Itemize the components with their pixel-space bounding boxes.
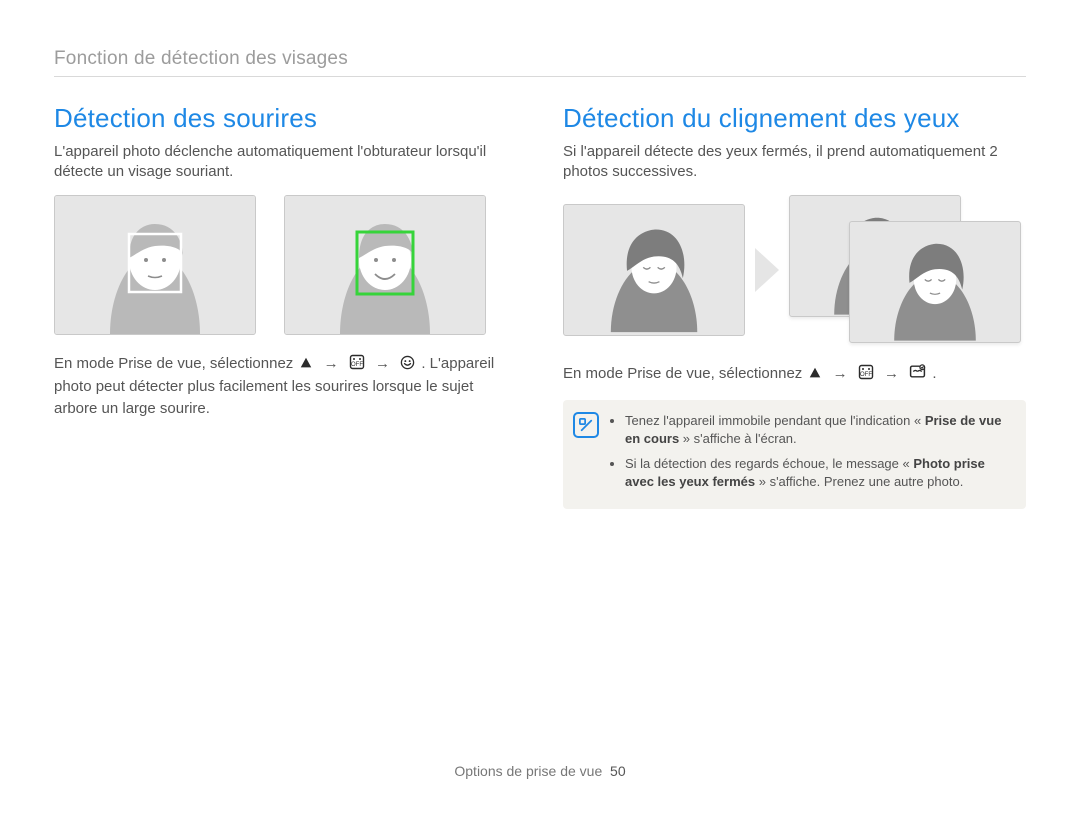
thumb-face-neutral <box>54 195 256 335</box>
note-text: Tenez l'appareil immobile pendant que l'… <box>625 413 925 428</box>
footer-section: Options de prise de vue <box>454 763 602 779</box>
page-number: 50 <box>610 763 626 779</box>
instruction-smile: En mode Prise de vue, sélectionnez → → .… <box>54 353 517 420</box>
arrow-icon: → <box>375 355 390 372</box>
note-icon <box>573 412 599 438</box>
arrow-right-icon <box>755 248 779 292</box>
instr-text: En mode Prise de vue, sélectionnez <box>563 365 806 382</box>
col-blink: Détection du clignement des yeux Si l'ap… <box>563 103 1026 509</box>
instr-text: . <box>932 365 936 382</box>
footer: Options de prise de vue 50 <box>0 763 1080 779</box>
smile-thumbnails <box>54 195 517 335</box>
face-off-icon <box>349 354 365 377</box>
smile-icon <box>400 355 415 377</box>
note-list: Tenez l'appareil immobile pendant que l'… <box>609 412 1012 491</box>
thumb-eyes-closed <box>563 204 745 336</box>
two-column-layout: Détection des sourires L'appareil photo … <box>54 103 1026 509</box>
up-triangle-icon <box>299 355 313 377</box>
col-smile: Détection des sourires L'appareil photo … <box>54 103 517 509</box>
manual-page: Fonction de détection des visages Détect… <box>0 0 1080 815</box>
note-item: Tenez l'appareil immobile pendant que l'… <box>625 412 1012 448</box>
thumb-two-shots <box>789 195 1026 345</box>
arrow-icon: → <box>324 355 339 372</box>
face-off-icon <box>858 364 874 387</box>
heading-blink: Détection du clignement des yeux <box>563 103 1026 134</box>
note-text: Si la détection des regards échoue, le m… <box>625 456 913 471</box>
intro-blink: Si l'appareil détecte des yeux fermés, i… <box>563 142 1026 183</box>
blink-icon <box>909 363 926 387</box>
intro-smile: L'appareil photo déclenche automatiqueme… <box>54 142 517 183</box>
blink-thumbnails <box>563 195 1026 345</box>
note-item: Si la détection des regards échoue, le m… <box>625 455 1012 491</box>
breadcrumb: Fonction de détection des visages <box>54 48 1026 77</box>
heading-smile: Détection des sourires <box>54 103 517 134</box>
thumb-face-smile <box>284 195 486 335</box>
note-box: Tenez l'appareil immobile pendant que l'… <box>563 400 1026 509</box>
instr-text: En mode Prise de vue, sélectionnez <box>54 355 297 372</box>
arrow-icon: → <box>884 365 899 382</box>
note-text: » s'affiche. Prenez une autre photo. <box>755 474 963 489</box>
instruction-blink: En mode Prise de vue, sélectionnez → → . <box>563 363 1026 387</box>
note-text: » s'affiche à l'écran. <box>679 431 796 446</box>
up-triangle-icon <box>808 365 822 387</box>
arrow-icon: → <box>833 365 848 382</box>
